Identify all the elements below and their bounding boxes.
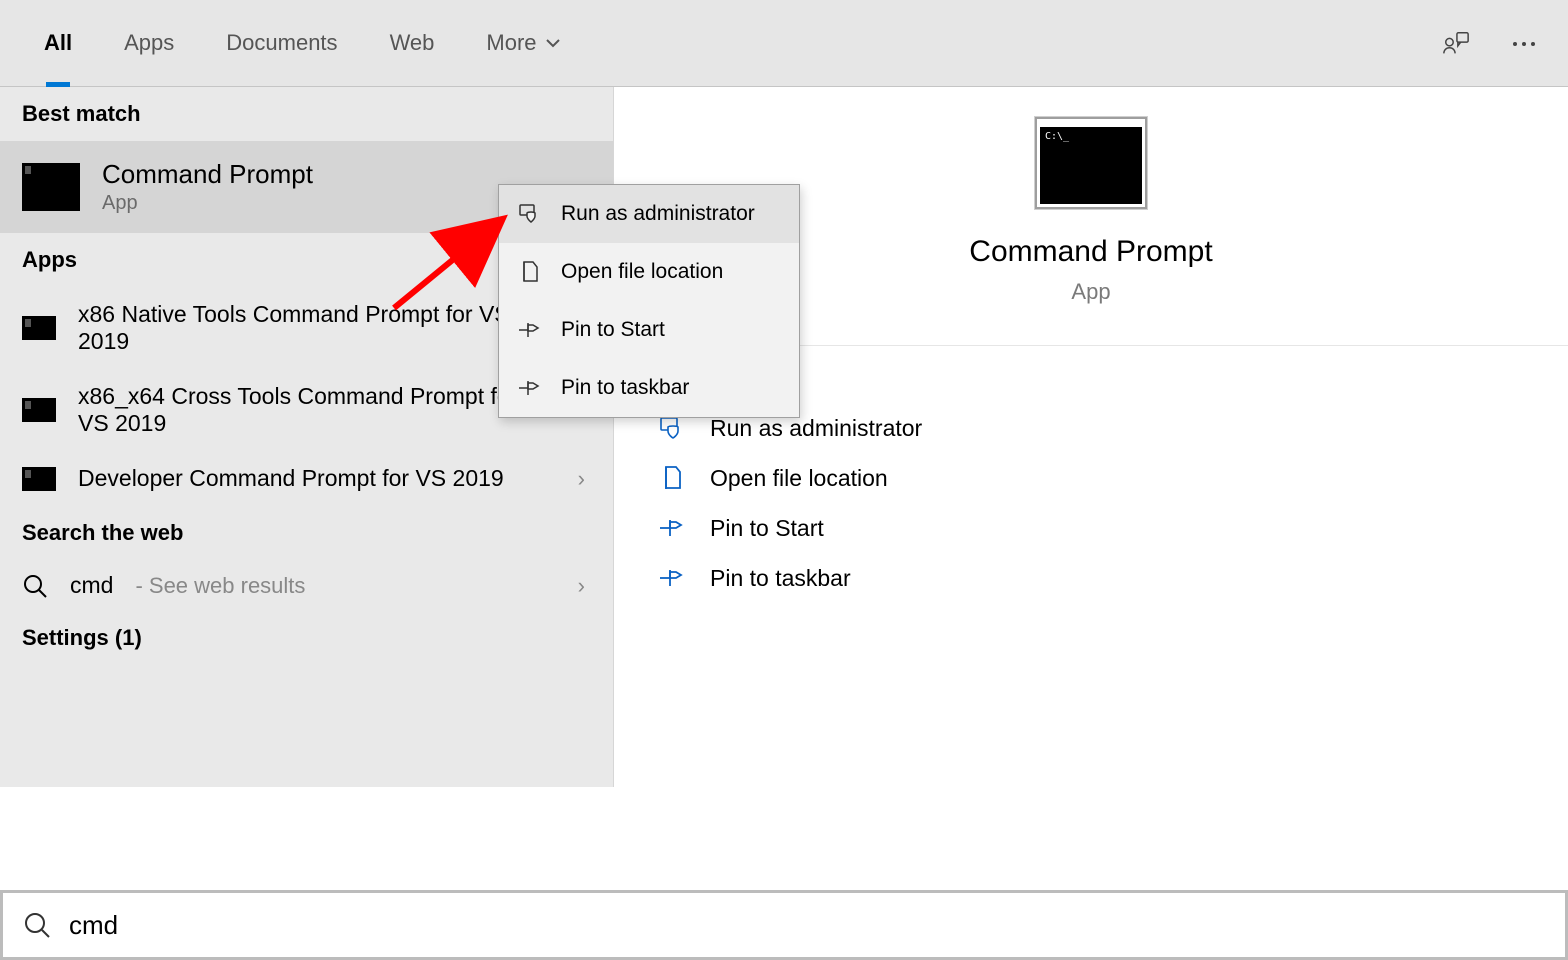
ctx-label: Pin to Start [561, 318, 665, 342]
pin-icon [517, 375, 543, 401]
people-feedback-icon[interactable] [1442, 30, 1470, 58]
pin-icon [658, 514, 686, 542]
search-icon [22, 573, 48, 599]
action-label: Open file location [710, 465, 888, 492]
command-prompt-icon [22, 398, 56, 422]
ctx-open-location[interactable]: Open file location [499, 243, 799, 301]
best-match-sub: App [102, 192, 313, 215]
action-open-location[interactable]: Open file location [658, 464, 1524, 492]
ctx-label: Run as administrator [561, 202, 755, 226]
command-prompt-icon [22, 467, 56, 491]
web-query-text: cmd [70, 572, 113, 599]
preview-title: Command Prompt [969, 235, 1212, 269]
folder-location-icon [658, 464, 686, 492]
action-run-admin[interactable]: Run as administrator [658, 414, 1524, 442]
tab-web[interactable]: Web [364, 0, 461, 87]
more-options-icon[interactable] [1510, 30, 1538, 58]
web-hint-text: - See web results [135, 573, 305, 599]
search-tabs-header: All Apps Documents Web More [0, 0, 1568, 87]
app-result-item[interactable]: Developer Command Prompt for VS 2019 › [0, 451, 613, 506]
shield-admin-icon [517, 201, 543, 227]
folder-location-icon [517, 259, 543, 285]
command-prompt-large-icon [1035, 117, 1147, 209]
search-icon [23, 911, 51, 939]
app-result-title: Developer Command Prompt for VS 2019 [78, 465, 504, 492]
action-label: Pin to Start [710, 515, 824, 542]
best-match-label: Best match [0, 87, 613, 141]
app-result-title: x86 Native Tools Command Prompt for VS 2… [78, 301, 538, 355]
tab-more[interactable]: More [460, 0, 586, 87]
search-bar[interactable] [0, 890, 1568, 960]
ctx-label: Pin to taskbar [561, 376, 689, 400]
pin-icon [517, 317, 543, 343]
shield-admin-icon [658, 414, 686, 442]
search-input[interactable] [69, 910, 1545, 941]
chevron-down-icon [545, 35, 561, 51]
action-pin-start[interactable]: Pin to Start [658, 514, 1524, 542]
tab-all[interactable]: All [18, 0, 98, 87]
tab-apps[interactable]: Apps [98, 0, 200, 87]
ctx-run-admin[interactable]: Run as administrator [499, 185, 799, 243]
tab-more-label: More [486, 30, 536, 56]
action-label: Pin to taskbar [710, 565, 851, 592]
ctx-pin-taskbar[interactable]: Pin to taskbar [499, 359, 799, 417]
action-pin-taskbar[interactable]: Pin to taskbar [658, 564, 1524, 592]
command-prompt-icon [22, 163, 80, 211]
chevron-right-icon[interactable]: › [578, 573, 585, 599]
ctx-pin-start[interactable]: Pin to Start [499, 301, 799, 359]
preview-sub: App [1071, 279, 1110, 305]
command-prompt-icon [22, 316, 56, 340]
tab-documents[interactable]: Documents [200, 0, 363, 87]
context-menu: Run as administrator Open file location … [498, 184, 800, 418]
best-match-title: Command Prompt [102, 159, 313, 190]
app-result-title: x86_x64 Cross Tools Command Prompt for V… [78, 383, 538, 437]
ctx-label: Open file location [561, 260, 723, 284]
web-section-label: Search the web [0, 506, 613, 560]
pin-icon [658, 564, 686, 592]
action-label: Run as administrator [710, 415, 922, 442]
chevron-right-icon[interactable]: › [578, 466, 585, 492]
settings-section-label: Settings (1) [0, 611, 613, 665]
web-search-item[interactable]: cmd - See web results › [0, 560, 613, 611]
